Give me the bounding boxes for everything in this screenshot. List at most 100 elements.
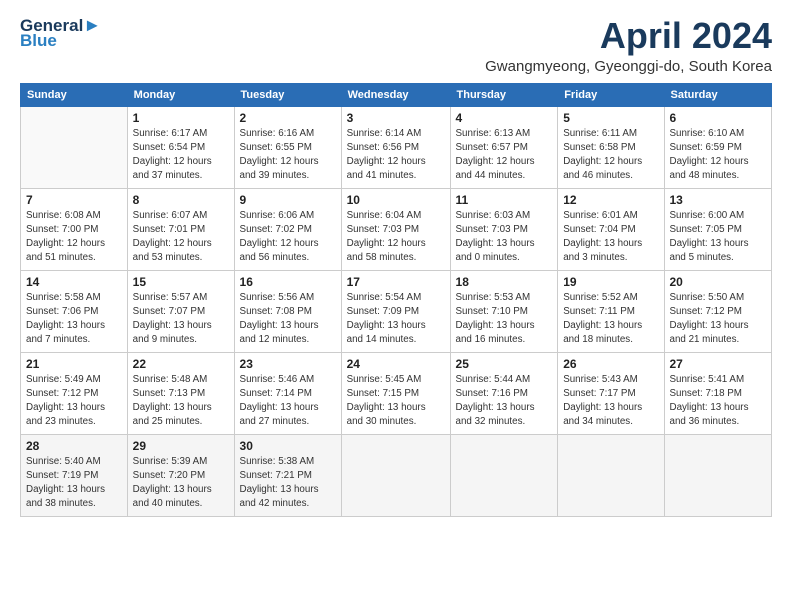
location-subtitle: Gwangmyeong, Gyeonggi-do, South Korea (485, 58, 772, 75)
day-number: 5 (563, 111, 658, 125)
cell-info: Sunrise: 5:50 AM Sunset: 7:12 PM Dayligh… (670, 291, 767, 348)
cell-2-6: 12 Sunrise: 6:01 AM Sunset: 7:04 PM Dayli… (558, 188, 664, 270)
col-header-sunday: Sunday (21, 83, 128, 106)
col-header-friday: Friday (558, 83, 664, 106)
cell-info: Sunrise: 5:45 AM Sunset: 7:15 PM Dayligh… (347, 373, 445, 430)
cell-5-3: 30 Sunrise: 5:38 AM Sunset: 7:21 PM Dayli… (234, 434, 341, 516)
day-number: 21 (26, 357, 122, 371)
cell-1-4: 3Sunrise: 6:14 AM Sunset: 6:56 PM Daylig… (341, 106, 450, 188)
day-number: 17 (347, 275, 445, 289)
cell-info: Sunrise: 6:11 AM Sunset: 6:58 PM Dayligh… (563, 127, 658, 184)
day-number: 28 (26, 439, 122, 453)
day-number: 3 (347, 111, 445, 125)
cell-info: Sunrise: 5:44 AM Sunset: 7:16 PM Dayligh… (456, 373, 553, 430)
col-header-saturday: Saturday (664, 83, 772, 106)
day-number: 8 (133, 193, 229, 207)
cell-info: Sunrise: 5:58 AM Sunset: 7:06 PM Dayligh… (26, 291, 122, 348)
cell-1-3: 2 Sunrise: 6:16 AM Sunset: 6:55 PM Daylig… (234, 106, 341, 188)
cell-info: Sunrise: 6:10 AM Sunset: 6:59 PM Dayligh… (670, 127, 767, 184)
cell-info: Sunrise: 5:40 AM Sunset: 7:19 PM Dayligh… (26, 455, 122, 512)
cell-2-5: 11Sunrise: 6:03 AM Sunset: 7:03 PM Dayli… (450, 188, 558, 270)
cell-5-5 (450, 434, 558, 516)
day-number: 1 (133, 111, 229, 125)
cell-3-3: 16Sunrise: 5:56 AM Sunset: 7:08 PM Dayli… (234, 270, 341, 352)
cell-info: Sunrise: 6:03 AM Sunset: 7:03 PM Dayligh… (456, 209, 553, 266)
cell-2-2: 8 Sunrise: 6:07 AM Sunset: 7:01 PM Daylig… (127, 188, 234, 270)
cell-5-1: 28 Sunrise: 5:40 AM Sunset: 7:19 PM Dayli… (21, 434, 128, 516)
cell-3-2: 15Sunrise: 5:57 AM Sunset: 7:07 PM Dayli… (127, 270, 234, 352)
logo: General► Blue (20, 16, 101, 49)
day-number: 30 (240, 439, 336, 453)
cell-info: Sunrise: 5:43 AM Sunset: 7:17 PM Dayligh… (563, 373, 658, 430)
cell-info: Sunrise: 5:38 AM Sunset: 7:21 PM Dayligh… (240, 455, 336, 512)
calendar-table: SundayMondayTuesdayWednesdayThursdayFrid… (20, 83, 772, 517)
logo-arrow-icon: ► (83, 15, 101, 35)
cell-info: Sunrise: 6:07 AM Sunset: 7:01 PM Dayligh… (133, 209, 229, 266)
cell-info: Sunrise: 6:06 AM Sunset: 7:02 PM Dayligh… (240, 209, 336, 266)
day-number: 29 (133, 439, 229, 453)
cell-info: Sunrise: 5:52 AM Sunset: 7:11 PM Dayligh… (563, 291, 658, 348)
col-header-thursday: Thursday (450, 83, 558, 106)
day-number: 13 (670, 193, 767, 207)
cell-3-1: 14Sunrise: 5:58 AM Sunset: 7:06 PM Dayli… (21, 270, 128, 352)
day-number: 22 (133, 357, 229, 371)
week-row-1: 1Sunrise: 6:17 AM Sunset: 6:54 PM Daylig… (21, 106, 772, 188)
cell-4-7: 27Sunrise: 5:41 AM Sunset: 7:18 PM Dayli… (664, 352, 772, 434)
col-header-monday: Monday (127, 83, 234, 106)
cell-info: Sunrise: 6:04 AM Sunset: 7:03 PM Dayligh… (347, 209, 445, 266)
cell-1-5: 4 Sunrise: 6:13 AM Sunset: 6:57 PM Daylig… (450, 106, 558, 188)
cell-4-4: 24 Sunrise: 5:45 AM Sunset: 7:15 PM Dayli… (341, 352, 450, 434)
cell-2-7: 13 Sunrise: 6:00 AM Sunset: 7:05 PM Dayli… (664, 188, 772, 270)
cell-info: Sunrise: 5:41 AM Sunset: 7:18 PM Dayligh… (670, 373, 767, 430)
cell-1-2: 1Sunrise: 6:17 AM Sunset: 6:54 PM Daylig… (127, 106, 234, 188)
cell-info: Sunrise: 6:13 AM Sunset: 6:57 PM Dayligh… (456, 127, 553, 184)
day-number: 7 (26, 193, 122, 207)
day-number: 25 (456, 357, 553, 371)
cell-info: Sunrise: 5:46 AM Sunset: 7:14 PM Dayligh… (240, 373, 336, 430)
cell-info: Sunrise: 6:00 AM Sunset: 7:05 PM Dayligh… (670, 209, 767, 266)
cell-4-2: 22 Sunrise: 5:48 AM Sunset: 7:13 PM Dayli… (127, 352, 234, 434)
week-row-3: 14Sunrise: 5:58 AM Sunset: 7:06 PM Dayli… (21, 270, 772, 352)
day-number: 12 (563, 193, 658, 207)
cell-3-7: 20Sunrise: 5:50 AM Sunset: 7:12 PM Dayli… (664, 270, 772, 352)
day-number: 23 (240, 357, 336, 371)
header-row: SundayMondayTuesdayWednesdayThursdayFrid… (21, 83, 772, 106)
page-container: General► Blue April 2024 Gwangmyeong, Gy… (0, 0, 792, 527)
header: General► Blue April 2024 Gwangmyeong, Gy… (20, 16, 772, 75)
cell-1-6: 5 Sunrise: 6:11 AM Sunset: 6:58 PM Daylig… (558, 106, 664, 188)
day-number: 10 (347, 193, 445, 207)
cell-info: Sunrise: 6:08 AM Sunset: 7:00 PM Dayligh… (26, 209, 122, 266)
cell-5-4 (341, 434, 450, 516)
day-number: 24 (347, 357, 445, 371)
day-number: 16 (240, 275, 336, 289)
day-number: 9 (240, 193, 336, 207)
cell-4-1: 21 Sunrise: 5:49 AM Sunset: 7:12 PM Dayli… (21, 352, 128, 434)
cell-info: Sunrise: 5:39 AM Sunset: 7:20 PM Dayligh… (133, 455, 229, 512)
cell-2-1: 7 Sunrise: 6:08 AM Sunset: 7:00 PM Daylig… (21, 188, 128, 270)
col-header-wednesday: Wednesday (341, 83, 450, 106)
week-row-4: 21 Sunrise: 5:49 AM Sunset: 7:12 PM Dayli… (21, 352, 772, 434)
month-title: April 2024 (485, 16, 772, 56)
cell-3-6: 19Sunrise: 5:52 AM Sunset: 7:11 PM Dayli… (558, 270, 664, 352)
cell-info: Sunrise: 5:48 AM Sunset: 7:13 PM Dayligh… (133, 373, 229, 430)
day-number: 4 (456, 111, 553, 125)
cell-4-6: 26 Sunrise: 5:43 AM Sunset: 7:17 PM Dayli… (558, 352, 664, 434)
day-number: 18 (456, 275, 553, 289)
cell-3-4: 17 Sunrise: 5:54 AM Sunset: 7:09 PM Dayli… (341, 270, 450, 352)
cell-info: Sunrise: 6:16 AM Sunset: 6:55 PM Dayligh… (240, 127, 336, 184)
cell-1-7: 6 Sunrise: 6:10 AM Sunset: 6:59 PM Daylig… (664, 106, 772, 188)
cell-info: Sunrise: 5:54 AM Sunset: 7:09 PM Dayligh… (347, 291, 445, 348)
cell-info: Sunrise: 6:01 AM Sunset: 7:04 PM Dayligh… (563, 209, 658, 266)
cell-3-5: 18Sunrise: 5:53 AM Sunset: 7:10 PM Dayli… (450, 270, 558, 352)
title-block: April 2024 Gwangmyeong, Gyeonggi-do, Sou… (485, 16, 772, 75)
cell-4-5: 25 Sunrise: 5:44 AM Sunset: 7:16 PM Dayli… (450, 352, 558, 434)
cell-info: Sunrise: 5:49 AM Sunset: 7:12 PM Dayligh… (26, 373, 122, 430)
week-row-5: 28 Sunrise: 5:40 AM Sunset: 7:19 PM Dayli… (21, 434, 772, 516)
logo-blue: Blue (20, 32, 57, 49)
day-number: 2 (240, 111, 336, 125)
cell-5-6 (558, 434, 664, 516)
day-number: 6 (670, 111, 767, 125)
cell-info: Sunrise: 5:57 AM Sunset: 7:07 PM Dayligh… (133, 291, 229, 348)
day-number: 26 (563, 357, 658, 371)
cell-4-3: 23 Sunrise: 5:46 AM Sunset: 7:14 PM Dayli… (234, 352, 341, 434)
